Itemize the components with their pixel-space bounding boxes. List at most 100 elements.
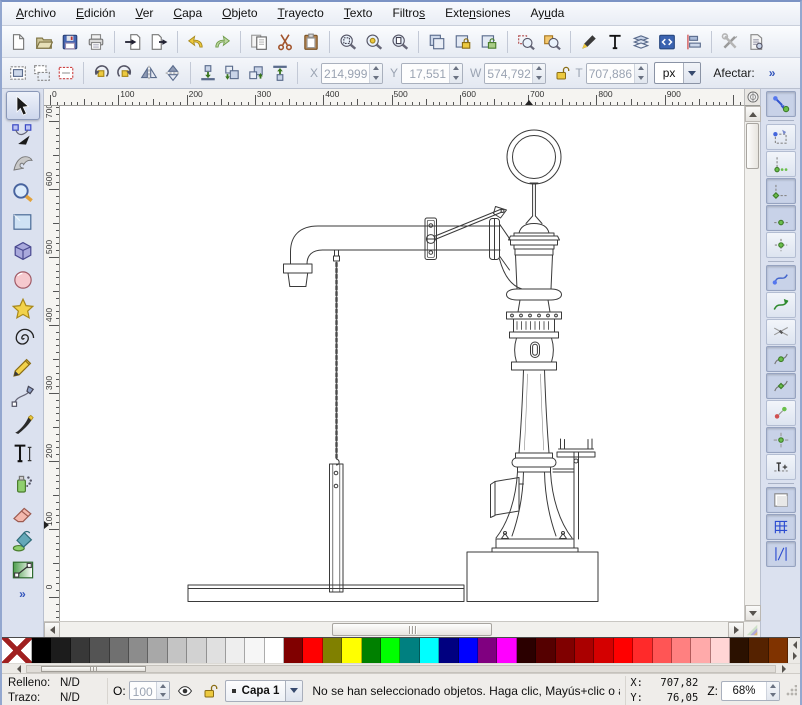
lower-to-bottom-button[interactable]	[196, 61, 220, 85]
menu-objeto[interactable]: Objeto	[212, 2, 267, 25]
palette-swatch-9[interactable]	[187, 638, 206, 663]
snap-bbox-button[interactable]	[766, 124, 796, 150]
palette-swatch-29[interactable]	[575, 638, 594, 663]
tool-text[interactable]	[6, 439, 40, 468]
find-button[interactable]	[513, 29, 539, 55]
tool-star[interactable]	[6, 294, 40, 323]
tool-pencil[interactable]	[6, 352, 40, 381]
vertical-ruler[interactable]: 7006005004003002001000	[44, 106, 60, 621]
zoom-drawing-button[interactable]	[361, 29, 387, 55]
text-dialog-button[interactable]	[602, 29, 628, 55]
opacity-input[interactable]: 100	[129, 681, 170, 700]
snap-object-centers-button[interactable]	[766, 400, 796, 426]
export-button[interactable]	[146, 29, 172, 55]
palette-swatch-10[interactable]	[207, 638, 226, 663]
tool-tweak[interactable]	[6, 149, 40, 178]
palette-swatch-12[interactable]	[245, 638, 264, 663]
palette-swatch-1[interactable]	[32, 638, 51, 663]
tool-spray[interactable]	[6, 468, 40, 497]
zoom-input[interactable]: 68%	[721, 681, 780, 701]
scroll-up-icon[interactable]	[745, 106, 761, 122]
palette-swatch-2[interactable]	[51, 638, 70, 663]
palette-swatch-6[interactable]	[129, 638, 148, 663]
palette-swatch-17[interactable]	[342, 638, 361, 663]
lock-ratio-icon[interactable]	[551, 62, 573, 84]
clone-button[interactable]	[450, 29, 476, 55]
zoom-selection-button[interactable]	[335, 29, 361, 55]
snap-bbox-centers-button[interactable]	[766, 232, 796, 258]
palette-swatch-35[interactable]	[691, 638, 710, 663]
scroll-right-icon[interactable]	[728, 622, 744, 638]
palette-swatch-4[interactable]	[90, 638, 109, 663]
y-input[interactable]: 17,551	[401, 63, 463, 84]
palette-swatch-38[interactable]	[749, 638, 768, 663]
toolbox-overflow-chevron[interactable]: »	[19, 587, 26, 601]
layer-visibility-eye-icon[interactable]	[175, 681, 195, 701]
layers-dialog-button[interactable]	[628, 29, 654, 55]
tool-calligraphy[interactable]	[6, 410, 40, 439]
palette-scrollbar-thumb[interactable]	[41, 666, 146, 672]
layer-lock-icon[interactable]	[200, 681, 220, 701]
snap-cusp-nodes-button[interactable]	[766, 319, 796, 345]
palette-swatch-23[interactable]	[459, 638, 478, 663]
palette-swatch-33[interactable]	[653, 638, 672, 663]
import-button[interactable]	[120, 29, 146, 55]
scroll-down-icon[interactable]	[745, 605, 761, 621]
tool-bezier-pen[interactable]	[6, 381, 40, 410]
save-document-button[interactable]	[57, 29, 83, 55]
print-document-button[interactable]	[83, 29, 109, 55]
window-resize-grip[interactable]	[785, 685, 797, 697]
palette-swatch-22[interactable]	[439, 638, 458, 663]
unlink-clone-button[interactable]	[476, 29, 502, 55]
tool-ellipse[interactable]	[6, 265, 40, 294]
toolbar-overflow-chevron[interactable]: »	[769, 66, 776, 80]
palette-swatch-32[interactable]	[633, 638, 652, 663]
find-replace-button[interactable]	[539, 29, 565, 55]
menu-ver[interactable]: Ver	[125, 2, 163, 25]
snap-smooth-nodes-button[interactable]	[766, 346, 796, 372]
snap-bbox-edges-button[interactable]	[766, 151, 796, 177]
tool-gradient[interactable]	[6, 555, 40, 584]
tool-selector[interactable]	[6, 91, 40, 120]
snap-path-intersections-button[interactable]	[766, 292, 796, 318]
layer-dropdown-arrow-icon[interactable]	[285, 681, 302, 701]
rotate-cw-button[interactable]	[113, 61, 137, 85]
menu-filtros[interactable]: Filtros	[382, 2, 435, 25]
layer-selector[interactable]: Capa 1	[225, 680, 304, 702]
snap-grid-button[interactable]	[766, 514, 796, 540]
palette-swatch-7[interactable]	[148, 638, 167, 663]
tool-zoom[interactable]	[6, 178, 40, 207]
menu-ayuda[interactable]: Ayuda	[521, 2, 575, 25]
tool-box-3d[interactable]	[6, 236, 40, 265]
x-input[interactable]: 214,999	[321, 63, 383, 84]
cut-button[interactable]	[272, 29, 298, 55]
align-dialog-button[interactable]	[680, 29, 706, 55]
menu-edicion[interactable]: Edición	[66, 2, 125, 25]
document-properties-button[interactable]	[743, 29, 769, 55]
palette-swatch-39[interactable]	[769, 638, 788, 663]
palette-swatch-27[interactable]	[536, 638, 555, 663]
palette-swatch-34[interactable]	[672, 638, 691, 663]
palette-swatch-25[interactable]	[497, 638, 516, 663]
open-document-button[interactable]	[31, 29, 57, 55]
height-input[interactable]: 707,886	[586, 63, 648, 84]
snap-midpoints-button[interactable]	[766, 373, 796, 399]
palette-swatch-3[interactable]	[71, 638, 90, 663]
undo-button[interactable]	[183, 29, 209, 55]
xml-editor-button[interactable]	[654, 29, 680, 55]
palette-scrollbar[interactable]	[2, 663, 800, 673]
tool-node-editor[interactable]	[6, 120, 40, 149]
units-dropdown-arrow-icon[interactable]	[683, 63, 700, 83]
lower-button[interactable]	[220, 61, 244, 85]
menu-trayecto[interactable]: Trayecto	[268, 2, 334, 25]
menu-capa[interactable]: Capa	[163, 2, 212, 25]
redo-button[interactable]	[209, 29, 235, 55]
new-document-button[interactable]	[5, 29, 31, 55]
palette-swatch-31[interactable]	[614, 638, 633, 663]
vertical-scrollbar[interactable]	[744, 106, 760, 621]
horizontal-ruler[interactable]: 0100200300400500600700800900	[44, 89, 744, 106]
paste-button[interactable]	[298, 29, 324, 55]
units-dropdown[interactable]: px	[654, 62, 702, 84]
palette-swatch-26[interactable]	[517, 638, 536, 663]
palette-swatch-28[interactable]	[556, 638, 575, 663]
